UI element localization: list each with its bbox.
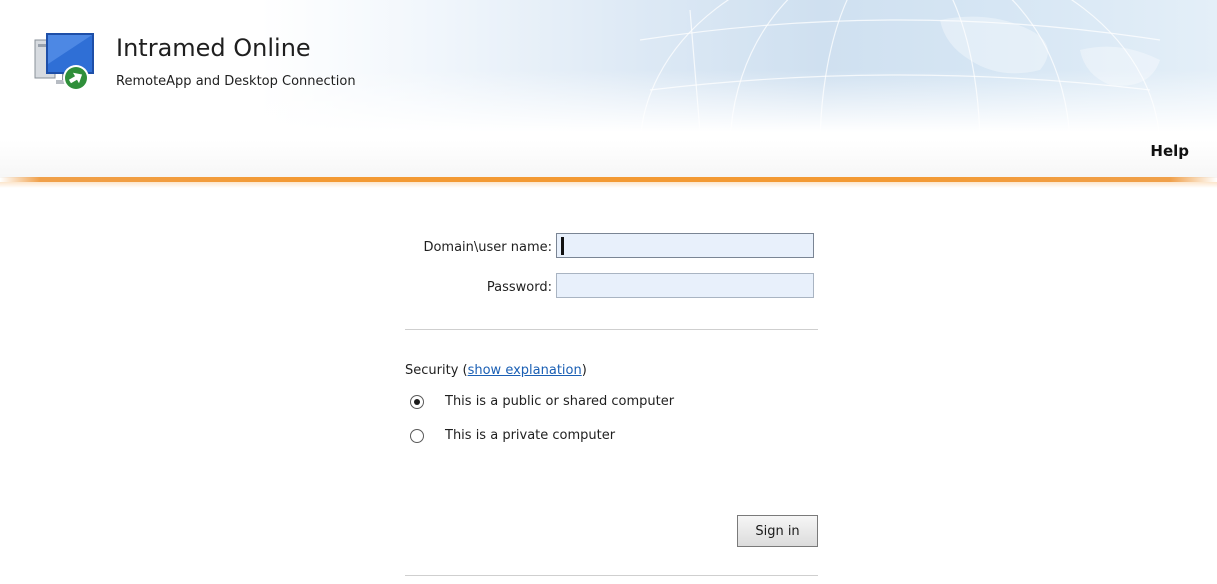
- page-header: Intramed Online RemoteApp and Desktop Co…: [0, 0, 1217, 178]
- password-input[interactable]: [556, 273, 814, 298]
- private-computer-option[interactable]: This is a private computer: [410, 428, 615, 444]
- username-input[interactable]: [556, 233, 814, 258]
- public-computer-radio[interactable]: [410, 395, 424, 409]
- public-computer-label: This is a public or shared computer: [445, 394, 675, 409]
- security-suffix: ): [581, 363, 587, 378]
- page-title: Intramed Online: [116, 34, 311, 62]
- accent-bar-shadow: [0, 182, 1217, 188]
- public-computer-option[interactable]: This is a public or shared computer: [410, 394, 674, 410]
- security-prefix: Security (: [405, 363, 468, 378]
- remote-desktop-icon: [34, 33, 94, 91]
- form-bottom-divider: [405, 575, 818, 576]
- username-label: Domain\user name:: [423, 240, 552, 255]
- sign-in-button[interactable]: Sign in: [737, 515, 818, 547]
- globe-background: [639, 0, 1161, 132]
- page-subtitle: RemoteApp and Desktop Connection: [116, 74, 356, 89]
- password-label: Password:: [486, 280, 552, 295]
- private-computer-radio[interactable]: [410, 429, 424, 443]
- show-explanation-link[interactable]: show explanation: [468, 363, 582, 378]
- private-computer-label: This is a private computer: [445, 428, 616, 443]
- text-cursor: [561, 237, 564, 255]
- security-heading: Security (show explanation): [405, 363, 587, 378]
- help-link[interactable]: Help: [1150, 142, 1189, 160]
- header-banner: [0, 0, 1217, 132]
- form-divider: [405, 329, 818, 330]
